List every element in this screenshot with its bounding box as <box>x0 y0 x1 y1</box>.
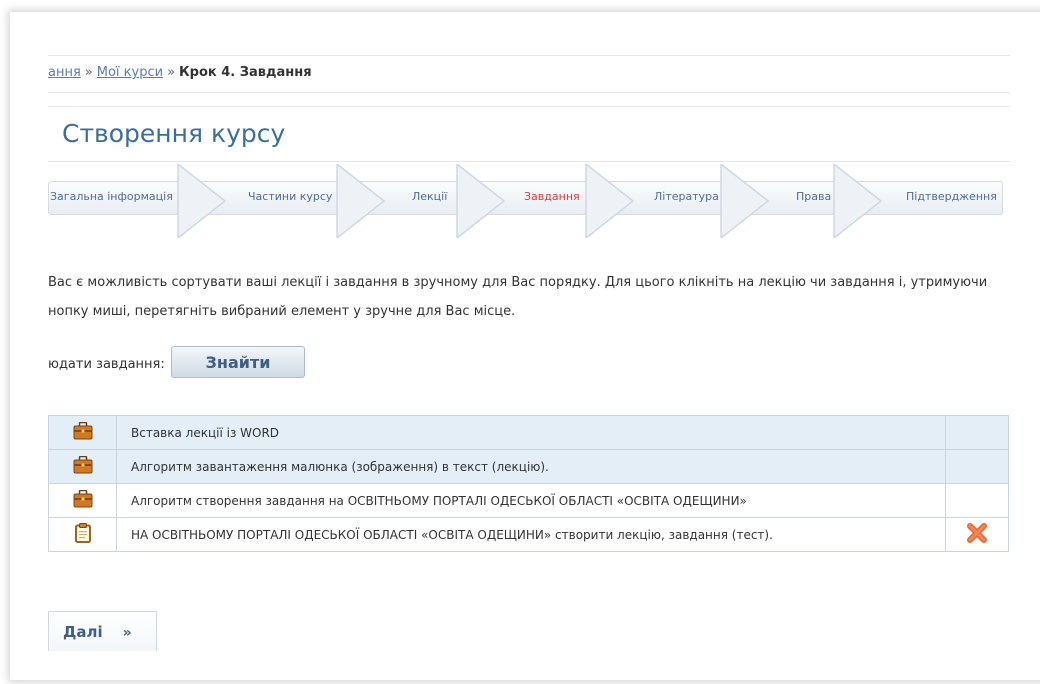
step-course-parts[interactable]: Частини курсу <box>248 190 332 203</box>
step-arrow-icon <box>585 164 635 238</box>
info-line: нопку миші, перетягніть вибраний елемент… <box>48 304 516 319</box>
info-line: Вас є можливість сортувати ваші лекції і… <box>48 275 988 290</box>
step-arrow-icon <box>720 164 770 238</box>
sorting-info: Вас є можливість сортувати ваші лекції і… <box>48 268 1018 326</box>
step-arrow-icon <box>833 164 883 238</box>
step-general-info[interactable]: Загальна інформація <box>50 190 173 203</box>
divider <box>48 106 1010 107</box>
briefcase-icon <box>73 421 92 440</box>
clipboard-icon <box>74 523 91 543</box>
breadcrumb-link-my-courses[interactable]: Мої курси <box>97 65 163 80</box>
next-arrow-icon: » <box>122 624 132 641</box>
next-button[interactable]: Далі » <box>48 611 157 651</box>
breadcrumb-separator: » <box>167 65 176 80</box>
briefcase-icon <box>73 455 92 474</box>
divider <box>48 92 1010 93</box>
breadcrumb-separator: » <box>84 65 93 80</box>
step-confirmation[interactable]: Підтвердження <box>906 190 997 203</box>
task-title: НА ОСВІТНЬОМУ ПОРТАЛІ ОДЕСЬКОЇ ОБЛАСТІ «… <box>116 517 946 552</box>
breadcrumb-link-home[interactable]: ання <box>48 65 81 80</box>
table-row[interactable]: Вставка лекції із WORD <box>48 415 1009 450</box>
table-row[interactable]: Алгоритм створення завдання на ОСВІТНЬОМ… <box>48 483 1009 518</box>
task-title: Вставка лекції із WORD <box>116 415 946 450</box>
breadcrumb-current: Крок 4. Завдання <box>179 65 312 80</box>
step-lectures[interactable]: Лекції <box>412 190 447 203</box>
page-frame <box>10 12 1040 680</box>
task-title: Алгоритм завантаження малюнка (зображенн… <box>116 449 946 484</box>
step-arrow-icon <box>177 164 227 238</box>
add-task-label: юдати завдання: <box>48 357 165 372</box>
divider <box>48 55 1010 56</box>
briefcase-icon <box>73 489 92 508</box>
step-arrow-icon <box>336 164 386 238</box>
table-row[interactable]: Алгоритм завантаження малюнка (зображенн… <box>48 449 1009 484</box>
find-button[interactable]: Знайти <box>171 346 305 378</box>
step-tasks[interactable]: Завдання <box>524 190 580 203</box>
next-button-label: Далі <box>63 622 103 641</box>
divider <box>48 161 1010 162</box>
tasks-table: Вставка лекції із WORD Алгоритм завантаж… <box>48 415 1009 552</box>
step-arrow-icon <box>456 164 506 238</box>
step-rights[interactable]: Права <box>796 190 831 203</box>
page-title: Створення курсу <box>62 119 286 148</box>
table-row[interactable]: НА ОСВІТНЬОМУ ПОРТАЛІ ОДЕСЬКОЇ ОБЛАСТІ «… <box>48 517 1009 552</box>
step-literature[interactable]: Література <box>654 190 719 203</box>
task-title: Алгоритм створення завдання на ОСВІТНЬОМ… <box>116 483 946 518</box>
delete-icon[interactable] <box>966 523 988 543</box>
breadcrumb: ання» Мої курси» Крок 4. Завдання <box>48 65 312 80</box>
